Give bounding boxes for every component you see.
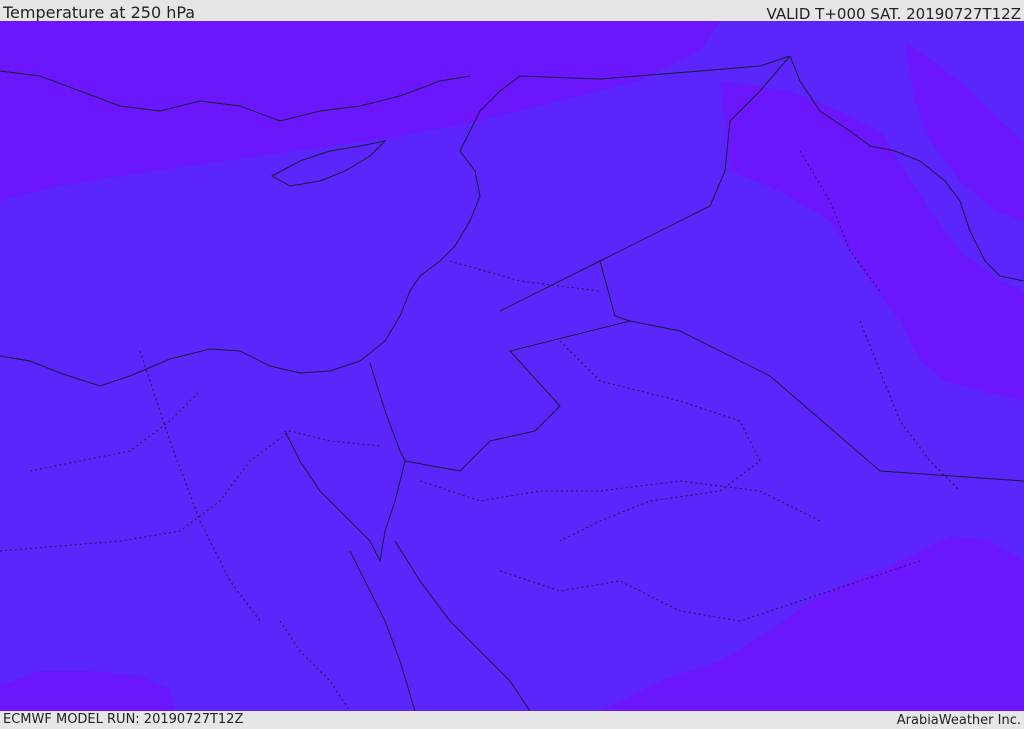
footer-bar: ECMWF MODEL RUN: 20190727T12Z ArabiaWeat… bbox=[0, 711, 1024, 729]
map-title: Temperature at 250 hPa bbox=[3, 3, 196, 22]
header-bar: Temperature at 250 hPa VALID T+000 SAT. … bbox=[0, 0, 1024, 23]
weather-map[interactable] bbox=[0, 21, 1024, 711]
brand-label: ArabiaWeather Inc. bbox=[896, 713, 1021, 728]
temperature-map-svg bbox=[0, 21, 1024, 711]
model-run-label: ECMWF MODEL RUN: 20190727T12Z bbox=[3, 712, 244, 727]
